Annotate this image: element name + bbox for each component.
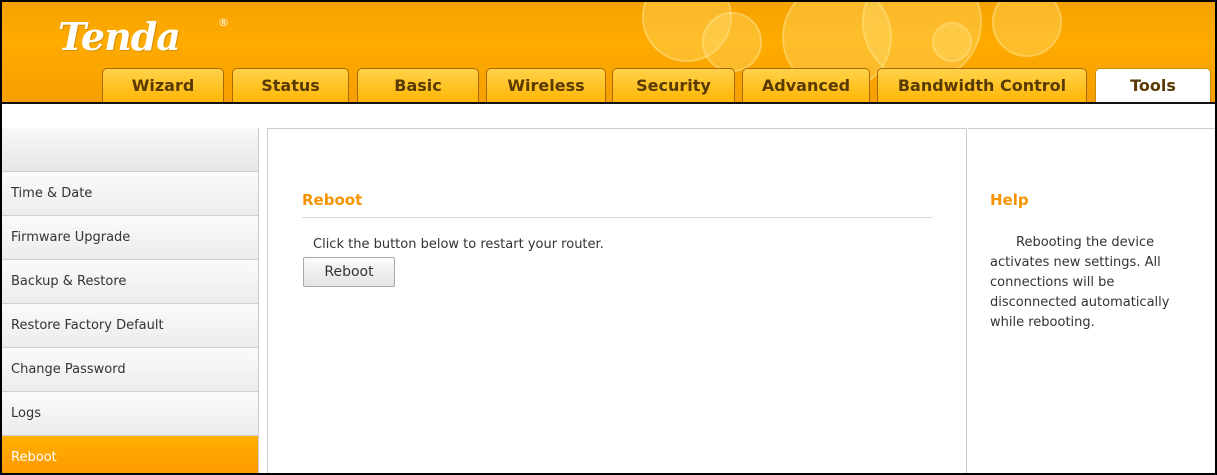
page-title: Reboot (302, 191, 932, 218)
reboot-button[interactable]: Reboot (303, 257, 395, 287)
sidebar-item-backup-restore[interactable]: Backup & Restore (2, 260, 258, 304)
tab-wireless[interactable]: Wireless (486, 68, 606, 102)
tab-basic[interactable]: Basic (357, 68, 479, 102)
sidebar-header (2, 128, 258, 172)
main-content-panel: Reboot Click the button below to restart… (267, 128, 967, 473)
tab-advanced[interactable]: Advanced (742, 68, 870, 102)
sidebar-item-reboot[interactable]: Reboot (2, 436, 258, 473)
registered-mark: ® (218, 16, 229, 29)
decorative-bubble (992, 2, 1062, 57)
help-title: Help (990, 191, 1029, 209)
sidebar-item-logs[interactable]: Logs (2, 392, 258, 436)
help-text: Rebooting the device activates new setti… (990, 235, 1170, 330)
sidebar-item-time-date[interactable]: Time & Date (2, 172, 258, 216)
help-panel: Help Rebooting the device activates new … (968, 128, 1215, 473)
decorative-bubble (702, 12, 762, 72)
sidebar-item-firmware-upgrade[interactable]: Firmware Upgrade (2, 216, 258, 260)
tenda-logo: Tenda (58, 14, 181, 59)
reboot-description: Click the button below to restart your r… (313, 237, 604, 252)
tab-bandwidth-control[interactable]: Bandwidth Control (877, 68, 1087, 102)
tools-sidebar: Time & Date Firmware Upgrade Backup & Re… (2, 128, 259, 473)
tab-wizard[interactable]: Wizard (102, 68, 224, 102)
tab-tools[interactable]: Tools (1095, 68, 1211, 102)
main-nav-tabs: Wizard Status Basic Wireless Security Ad… (2, 68, 1215, 102)
router-admin-window: Tenda ® Wizard Status Basic Wireless Sec… (0, 0, 1217, 475)
header-banner: Tenda ® Wizard Status Basic Wireless Sec… (2, 2, 1215, 104)
tab-security[interactable]: Security (612, 68, 735, 102)
sidebar-item-change-password[interactable]: Change Password (2, 348, 258, 392)
sidebar-item-restore-factory-default[interactable]: Restore Factory Default (2, 304, 258, 348)
tab-status[interactable]: Status (232, 68, 349, 102)
decorative-bubble (932, 22, 972, 62)
